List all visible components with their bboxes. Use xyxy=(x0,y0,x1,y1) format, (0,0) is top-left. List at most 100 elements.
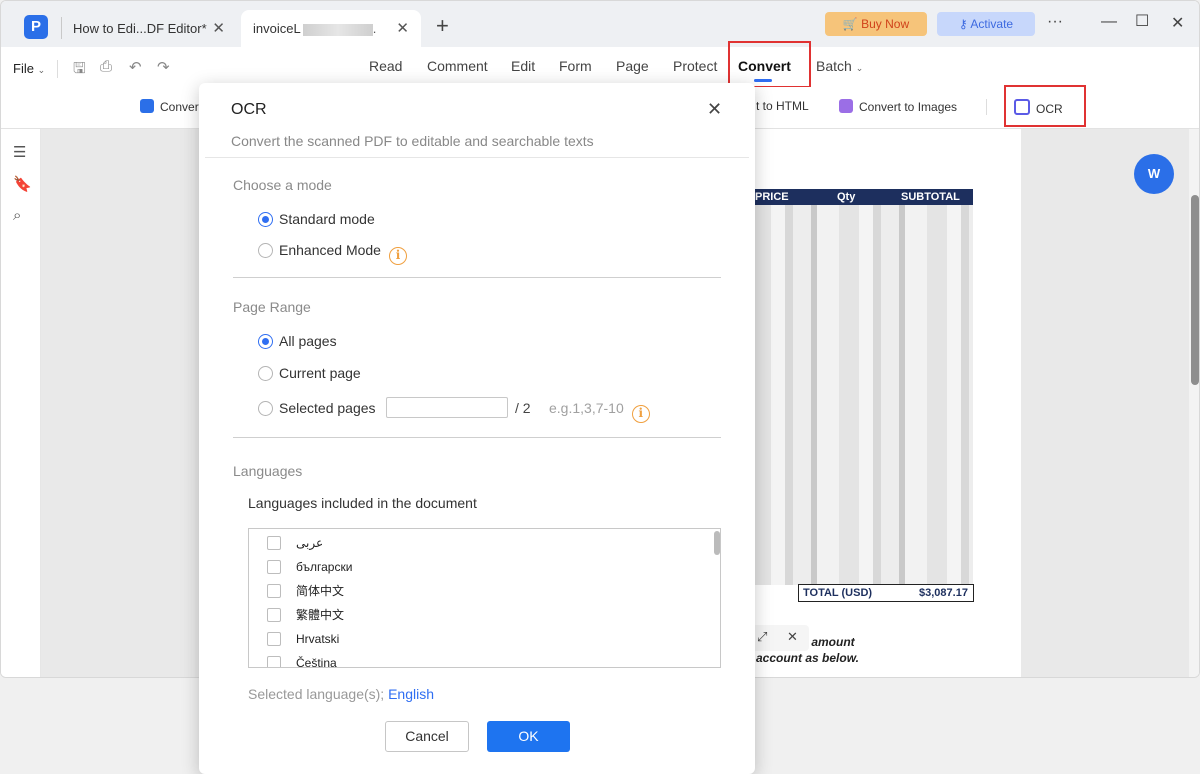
file-menu-label: File xyxy=(13,61,34,76)
radio-selected-pages[interactable]: Selected pages xyxy=(258,400,376,418)
word-convert-fab[interactable]: W xyxy=(1134,154,1174,194)
radio-label: Enhanced Mode xyxy=(279,242,381,258)
new-tab-button[interactable]: + xyxy=(436,13,449,39)
cancel-button[interactable]: Cancel xyxy=(385,721,469,752)
save-icon[interactable]: 🖫 xyxy=(73,58,86,83)
tab-document-1[interactable]: How to Edi...DF Editor* ✕ xyxy=(61,10,237,47)
radio-enhanced-mode[interactable]: Enhanced Mode i xyxy=(258,242,407,265)
radio-label: Standard mode xyxy=(279,211,375,227)
divider xyxy=(986,99,987,115)
scrollbar-thumb[interactable] xyxy=(1191,195,1199,385)
mode-section-title: Choose a mode xyxy=(233,177,332,193)
thumbnails-icon[interactable]: ☰ xyxy=(13,143,26,161)
close-icon[interactable]: ✕ xyxy=(787,629,798,645)
divider xyxy=(205,157,749,158)
info-icon[interactable]: i xyxy=(631,405,650,423)
convert-to-html-button[interactable]: t to HTML xyxy=(756,99,809,113)
total-row: TOTAL (USD) $3,087.17 xyxy=(798,584,974,602)
left-sidebar: ☰ 🔖 ⌕ xyxy=(1,129,41,677)
divider xyxy=(57,60,58,78)
language-item-traditional-chinese[interactable]: 繁體中文 xyxy=(267,607,344,623)
minimize-icon[interactable]: — xyxy=(1101,13,1117,31)
radio-button[interactable] xyxy=(258,366,273,381)
checkbox[interactable] xyxy=(267,536,281,550)
tab-document-2[interactable]: invoiceL. ✕ xyxy=(241,10,421,47)
cart-icon: 🛒 xyxy=(842,17,858,31)
checkbox[interactable] xyxy=(267,584,281,598)
redacted-table-content xyxy=(751,205,973,585)
tab-close-icon[interactable]: ✕ xyxy=(396,10,409,47)
page-range-example: e.g.1,3,7-10 i xyxy=(549,400,650,423)
radio-button[interactable] xyxy=(258,243,273,258)
language-label: Hrvatski xyxy=(296,632,340,646)
print-icon[interactable]: ⎙ xyxy=(100,58,112,75)
close-icon[interactable]: ✕ xyxy=(707,99,722,120)
language-item-croatian[interactable]: Hrvatski xyxy=(267,631,339,647)
selected-pages-input[interactable] xyxy=(386,397,508,418)
radio-current-page[interactable]: Current page xyxy=(258,365,361,383)
language-label: 简体中文 xyxy=(296,584,345,598)
language-item-simplified-chinese[interactable]: 简体中文 xyxy=(267,583,344,599)
buy-now-button[interactable]: 🛒 Buy Now xyxy=(825,12,927,36)
radio-all-pages[interactable]: All pages xyxy=(258,333,337,351)
menu-read[interactable]: Read xyxy=(369,58,402,74)
activate-button[interactable]: ⚷ Activate xyxy=(937,12,1035,36)
languages-list[interactable]: عربى български 简体中文 繁體中文 Hrvatski Češtin… xyxy=(248,528,721,668)
expand-icon[interactable]: ⤢ xyxy=(757,629,767,645)
redacted-text xyxy=(302,23,373,36)
menu-batch[interactable]: Batch ⌄ xyxy=(816,58,863,74)
list-scrollbar-thumb[interactable] xyxy=(714,531,720,555)
radio-button[interactable] xyxy=(258,212,273,227)
word-icon xyxy=(140,99,154,113)
app-logo-icon: P xyxy=(24,15,48,39)
convert-to-images-button[interactable]: Convert to Images xyxy=(839,99,957,114)
checkbox[interactable] xyxy=(267,608,281,622)
menu-comment[interactable]: Comment xyxy=(427,58,488,74)
language-label: عربى xyxy=(296,536,324,550)
highlight-box-convert xyxy=(728,41,811,88)
header-qty: Qty xyxy=(837,191,856,203)
total-value: $3,087.17 xyxy=(919,587,968,599)
page-total: / 2 xyxy=(515,400,531,416)
menu-form[interactable]: Form xyxy=(559,58,592,74)
dialog-subtitle: Convert the scanned PDF to editable and … xyxy=(231,133,594,149)
language-label: български xyxy=(296,560,353,574)
radio-button[interactable] xyxy=(258,334,273,349)
document-note: account as below. xyxy=(756,651,859,665)
vertical-scrollbar[interactable] xyxy=(1189,129,1199,677)
divider xyxy=(233,437,721,438)
search-icon[interactable]: ⌕ xyxy=(13,207,21,224)
convert-to-word-button[interactable]: Conver xyxy=(140,99,199,114)
languages-heading: Languages included in the document xyxy=(248,495,477,511)
close-window-icon[interactable]: ✕ xyxy=(1171,13,1184,33)
checkbox[interactable] xyxy=(267,632,281,646)
redo-icon[interactable]: ↷ xyxy=(157,58,170,76)
ok-button[interactable]: OK xyxy=(487,721,570,752)
highlight-box-ocr xyxy=(1004,85,1086,127)
header-price: PRICE xyxy=(755,191,789,203)
checkbox[interactable] xyxy=(267,656,281,667)
language-item-arabic[interactable]: عربى xyxy=(267,535,323,551)
selected-languages-value[interactable]: English xyxy=(388,686,434,702)
info-icon[interactable]: i xyxy=(388,247,407,265)
more-options-icon[interactable]: ··· xyxy=(1047,13,1063,31)
undo-icon[interactable]: ↶ xyxy=(129,58,142,76)
tab-close-icon[interactable]: ✕ xyxy=(212,10,225,47)
menu-edit[interactable]: Edit xyxy=(511,58,535,74)
bookmark-icon[interactable]: 🔖 xyxy=(13,175,32,193)
tab-label: How to Edi...DF Editor* xyxy=(73,21,207,36)
radio-standard-mode[interactable]: Standard mode xyxy=(258,211,375,229)
file-menu[interactable]: File ⌄ xyxy=(13,61,45,76)
radio-button[interactable] xyxy=(258,401,273,416)
language-item-bulgarian[interactable]: български xyxy=(267,559,352,575)
menu-protect[interactable]: Protect xyxy=(673,58,717,74)
image-icon xyxy=(839,99,853,113)
chevron-down-icon: ⌄ xyxy=(855,63,864,73)
menu-batch-label: Batch xyxy=(816,58,852,74)
divider xyxy=(233,277,721,278)
title-bar: P How to Edi...DF Editor* ✕ invoiceL. ✕ … xyxy=(1,1,1199,47)
checkbox[interactable] xyxy=(267,560,281,574)
menu-page[interactable]: Page xyxy=(616,58,649,74)
language-item-czech[interactable]: Čeština xyxy=(267,655,337,667)
maximize-icon[interactable]: ☐ xyxy=(1135,11,1149,31)
